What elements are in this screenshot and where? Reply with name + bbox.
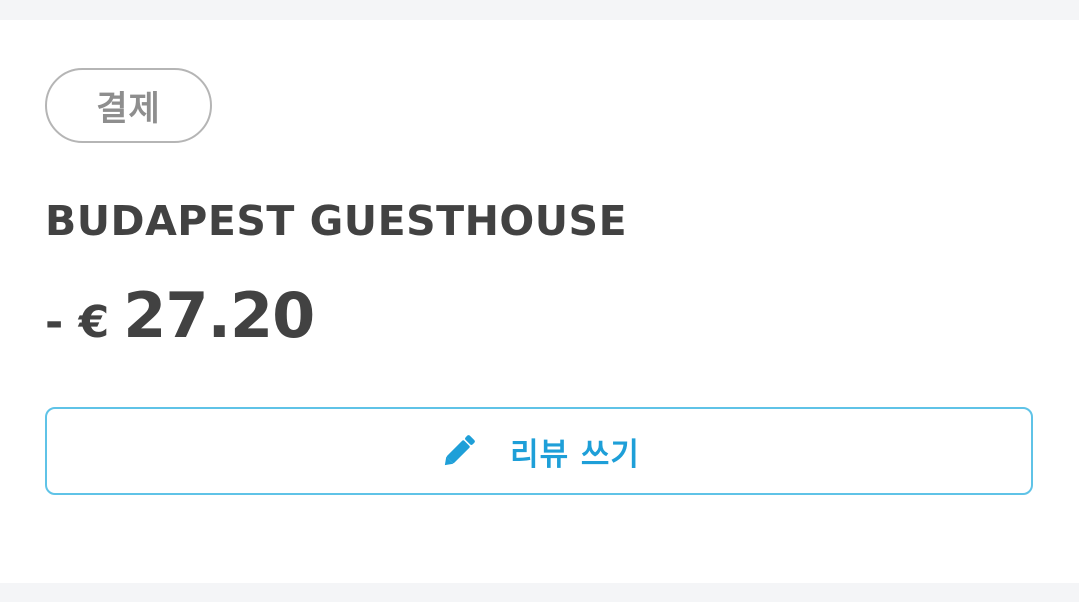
top-separator xyxy=(0,0,1079,20)
status-badge: 결제 xyxy=(45,68,212,143)
merchant-name: BUDAPEST GUESTHOUSE xyxy=(45,197,628,245)
write-review-button[interactable]: 리뷰 쓰기 xyxy=(45,407,1033,495)
write-review-label: 리뷰 쓰기 xyxy=(510,436,640,473)
pencil-icon xyxy=(438,430,480,472)
bottom-separator xyxy=(0,583,1079,602)
amount-value: 27.20 xyxy=(123,279,315,352)
transaction-amount: - € 27.20 xyxy=(45,279,315,359)
amount-currency-prefix: - € xyxy=(45,297,110,348)
